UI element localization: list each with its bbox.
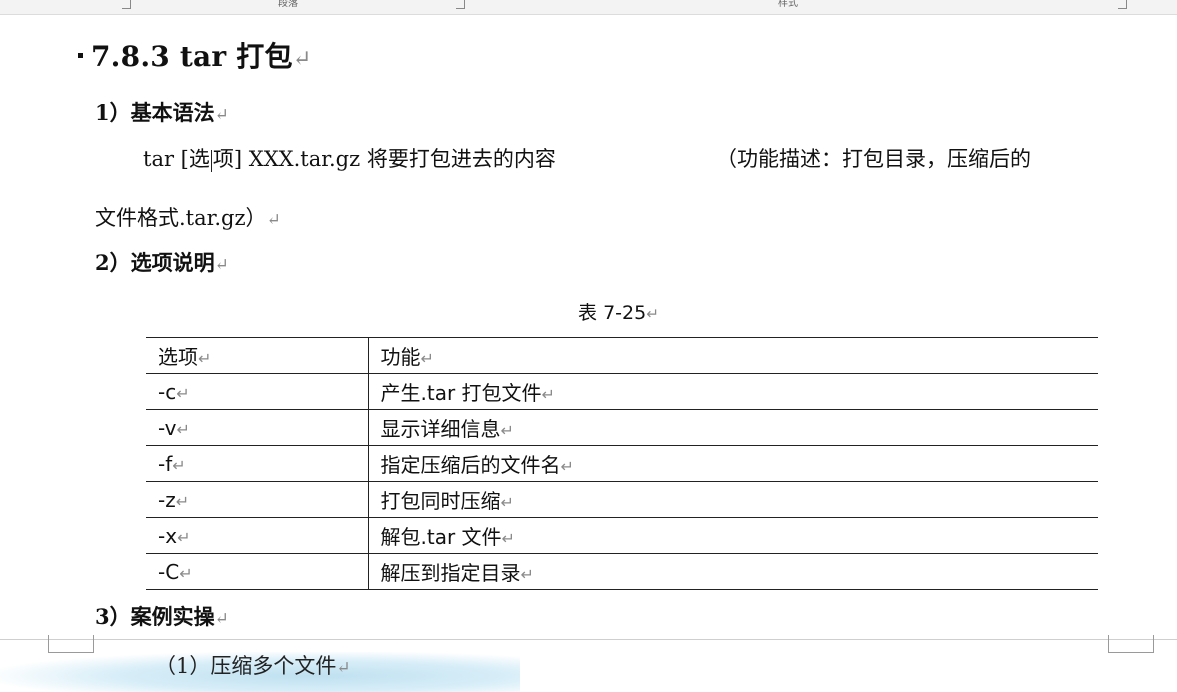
heading-text: 7.8.3 tar 打包 [91, 40, 293, 73]
table-row: -v↵ 显示详细信息↵ [146, 409, 1098, 446]
table-cell[interactable]: -f↵ [146, 445, 369, 482]
ribbon-group-paragraph: 段落 [278, 0, 298, 9]
paragraph-mark-icon: ↵ [646, 305, 659, 323]
paragraph-mark-icon: ↵ [541, 385, 555, 404]
example-item: （1）压缩多个文件↵ [155, 654, 351, 678]
paragraph-mark-icon: ↵ [214, 608, 229, 628]
paragraph-mark-icon: ↵ [420, 349, 434, 368]
table-row: -x↵ 解包.tar 文件↵ [146, 517, 1098, 554]
paragraph-mark-icon: ↵ [214, 104, 229, 124]
heading-bullet-icon [78, 53, 83, 58]
table-cell[interactable]: -C↵ [146, 553, 369, 590]
table-cell[interactable]: -v↵ [146, 409, 369, 446]
section-heading: 7.8.3 tar 打包↵ [78, 35, 312, 75]
table-cell[interactable]: -x↵ [146, 517, 369, 554]
ribbon-group-styles: 样式 [778, 0, 798, 9]
styles-launcher-icon[interactable] [1118, 0, 1127, 9]
paragraph-mark-icon: ↵ [198, 349, 212, 368]
table-cell[interactable]: 指定压缩后的文件名↵ [368, 445, 1098, 482]
function-description-cont: 文件格式.tar.gz）↵ [95, 206, 281, 230]
paragraph-mark-icon: ↵ [500, 421, 514, 440]
paragraph-mark-icon: ↵ [266, 209, 281, 229]
table-cell[interactable]: 打包同时压缩↵ [368, 481, 1098, 518]
table-header-row: 选项↵ 功能↵ [146, 337, 1098, 374]
paragraph-mark-icon: ↵ [179, 563, 193, 583]
paragraph-mark-icon: ↵ [336, 657, 351, 677]
table-row: -f↵ 指定压缩后的文件名↵ [146, 445, 1098, 482]
table-caption: 表 7-25↵ [578, 302, 659, 324]
table-cell[interactable]: -z↵ [146, 481, 369, 518]
table-cell[interactable]: 功能↵ [368, 337, 1098, 374]
table-cell[interactable]: 产生.tar 打包文件↵ [368, 373, 1098, 410]
dialog-launcher-icon[interactable] [122, 0, 131, 9]
options-heading: 2）选项说明↵ [95, 250, 229, 275]
paragraph-mark-icon: ↵ [214, 254, 229, 274]
table-cell[interactable]: -c↵ [146, 373, 369, 410]
paragraph-mark-icon: ↵ [520, 565, 534, 584]
function-description: （功能描述：打包目录，压缩后的 [716, 147, 1031, 171]
paragraph-mark-icon: ↵ [500, 493, 514, 512]
table-row: -z↵ 打包同时压缩↵ [146, 481, 1098, 518]
paragraph-launcher-icon[interactable] [456, 0, 465, 9]
margin-corner-left-icon [48, 635, 94, 653]
paragraph-mark-icon: ↵ [177, 527, 191, 547]
examples-heading: 3）案例实操↵ [95, 604, 229, 629]
page-break-line [0, 639, 1177, 640]
table-cell[interactable]: 显示详细信息↵ [368, 409, 1098, 446]
document-page[interactable]: 7.8.3 tar 打包↵ 1）基本语法↵ tar [选 项] XXX.tar.g… [0, 15, 1177, 686]
options-table: 选项↵ 功能↵ -c↵ 产生.tar 打包文件↵ -v↵ 显示详细信息↵ -f↵… [146, 337, 1098, 590]
table-cell[interactable]: 解压到指定目录↵ [368, 553, 1098, 590]
paragraph-mark-icon: ↵ [176, 419, 190, 439]
paragraph-mark-icon: ↵ [292, 46, 312, 72]
paragraph-mark-icon: ↵ [176, 383, 190, 403]
paragraph-mark-icon: ↵ [175, 491, 190, 511]
text-cursor [210, 149, 212, 172]
paragraph-mark-icon: ↵ [501, 529, 515, 548]
table-row: -C↵ 解压到指定目录↵ [146, 553, 1098, 590]
syntax-line[interactable]: tar [选 项] XXX.tar.gz 将要打包进去的内容 [143, 143, 556, 173]
paragraph-mark-icon: ↵ [560, 457, 574, 476]
margin-corner-right-icon [1108, 635, 1154, 653]
paragraph-mark-icon: ↵ [172, 455, 186, 475]
table-row: -c↵ 产生.tar 打包文件↵ [146, 373, 1098, 410]
table-cell[interactable]: 解包.tar 文件↵ [368, 517, 1098, 554]
ribbon-strip: 段落 样式 [0, 0, 1177, 15]
table-cell[interactable]: 选项↵ [146, 337, 369, 374]
syntax-heading: 1）基本语法↵ [95, 100, 229, 125]
